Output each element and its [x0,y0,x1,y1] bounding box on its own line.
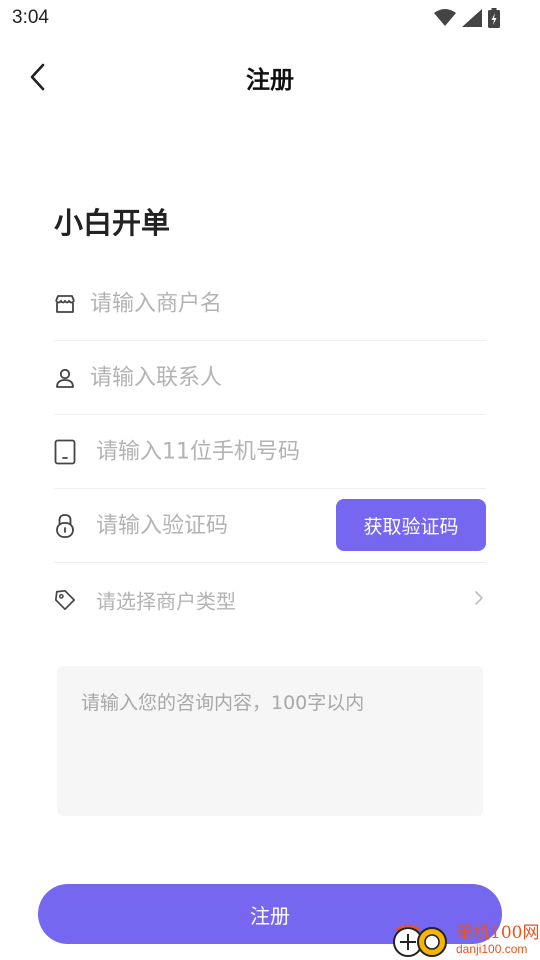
watermark-name: 单机100网 [456,923,540,943]
person-icon [54,365,76,391]
code-input[interactable] [96,513,316,538]
page-title: 注册 [246,66,294,94]
contact-row [54,341,486,415]
code-row: 获取验证码 [54,489,486,563]
status-icons [434,8,500,28]
watermark-logo [393,924,447,957]
wifi-icon [434,9,456,26]
store-icon [54,291,76,317]
consult-box [57,666,483,816]
merchant-type-label: 请选择商户类型 [96,589,236,614]
merchant-type-row[interactable]: 请选择商户类型 [54,563,486,637]
battery-icon [488,8,500,28]
chevron-right-icon [474,590,484,610]
watermark-url: danji100.com [456,942,528,956]
status-bar: 3:04 [0,0,540,36]
phone-row [54,415,486,489]
merchant-name-row [54,267,486,341]
merchant-name-input[interactable] [90,291,360,316]
consult-textarea[interactable] [57,666,483,816]
nav-bar: 注册 [0,46,540,106]
lock-icon [54,513,76,539]
brand-title: 小白开单 [54,206,171,240]
watermark: 单机100网 danji100.com [392,916,540,960]
contact-input[interactable] [90,365,360,390]
tag-icon [54,587,76,613]
get-code-button[interactable]: 获取验证码 [336,499,486,551]
signal-icon [462,9,482,27]
phone-icon [54,439,76,465]
phone-input[interactable] [96,439,366,464]
status-time: 3:04 [12,7,49,28]
